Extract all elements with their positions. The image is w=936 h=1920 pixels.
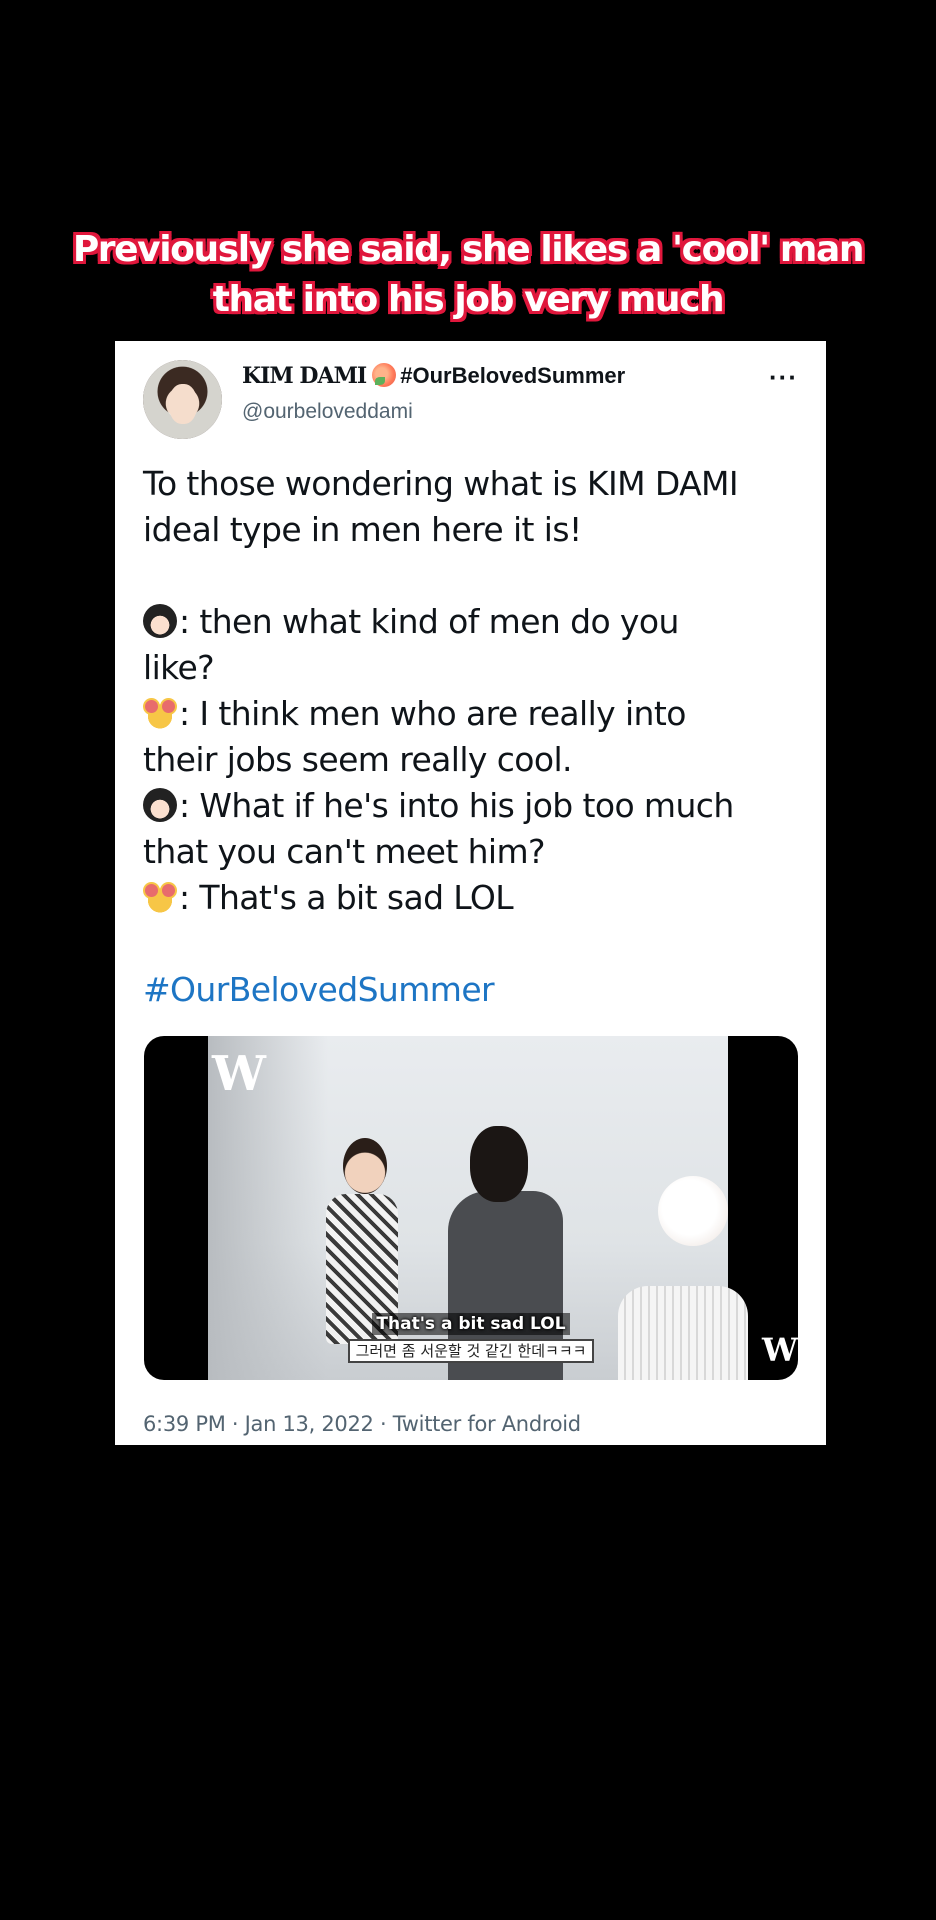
user-handle[interactable]: @ourbeloveddami: [242, 400, 413, 424]
tweet-video[interactable]: W W That's a bit sad LOL 그러면 좀 서운할 것 같긴 …: [144, 1036, 798, 1380]
display-name-text: KIM DAMI: [242, 363, 367, 389]
avatar[interactable]: [143, 360, 222, 439]
tweet-line: : That's a bit sad LOL: [143, 875, 808, 921]
video-caption: Previously she said, she likes a 'cool' …: [0, 225, 936, 325]
tweet-line: their jobs seem really cool.: [143, 740, 573, 779]
tweet-line: like?: [143, 648, 215, 687]
tweet-text: To those wondering what is KIM DAMI idea…: [143, 461, 808, 1013]
caption-line-1: Previously she said, she likes a 'cool' …: [72, 229, 865, 270]
display-name[interactable]: KIM DAMI #OurBelovedSummer: [242, 363, 625, 389]
tweet-line: : then what kind of men do you: [143, 599, 808, 645]
peach-icon: [372, 363, 397, 387]
tweet-line: that you can't meet him?: [143, 832, 546, 871]
hashtag-link[interactable]: #OurBelovedSummer: [143, 967, 808, 1013]
w-logo: W: [212, 1046, 266, 1102]
woman-face-icon: [143, 604, 177, 638]
video-subtitle-korean: 그러면 좀 서운할 것 같긴 한데ㅋㅋㅋ: [144, 1339, 798, 1363]
tweet-line: : I think men who are really into: [143, 691, 808, 737]
mouse-face-icon: [143, 696, 177, 730]
video-subtitle-english: That's a bit sad LOL: [144, 1313, 798, 1335]
tweet-card: KIM DAMI #OurBelovedSummer @ourbeloveddam…: [115, 341, 826, 1445]
display-name-hashtag: #OurBelovedSummer: [400, 363, 626, 388]
caption-line-2: that into his job very much: [212, 279, 725, 320]
mouse-face-icon: [143, 880, 177, 914]
tweet-line: To those wondering what is KIM DAMI: [143, 464, 739, 503]
more-options-icon[interactable]: ···: [769, 364, 798, 390]
tweet-line: : What if he's into his job too much: [143, 783, 808, 829]
tweet-line: ideal type in men here it is!: [143, 510, 582, 549]
woman-face-icon: [143, 788, 177, 822]
tweet-timestamp[interactable]: 6:39 PM · Jan 13, 2022 · Twitter for And…: [143, 1412, 581, 1436]
